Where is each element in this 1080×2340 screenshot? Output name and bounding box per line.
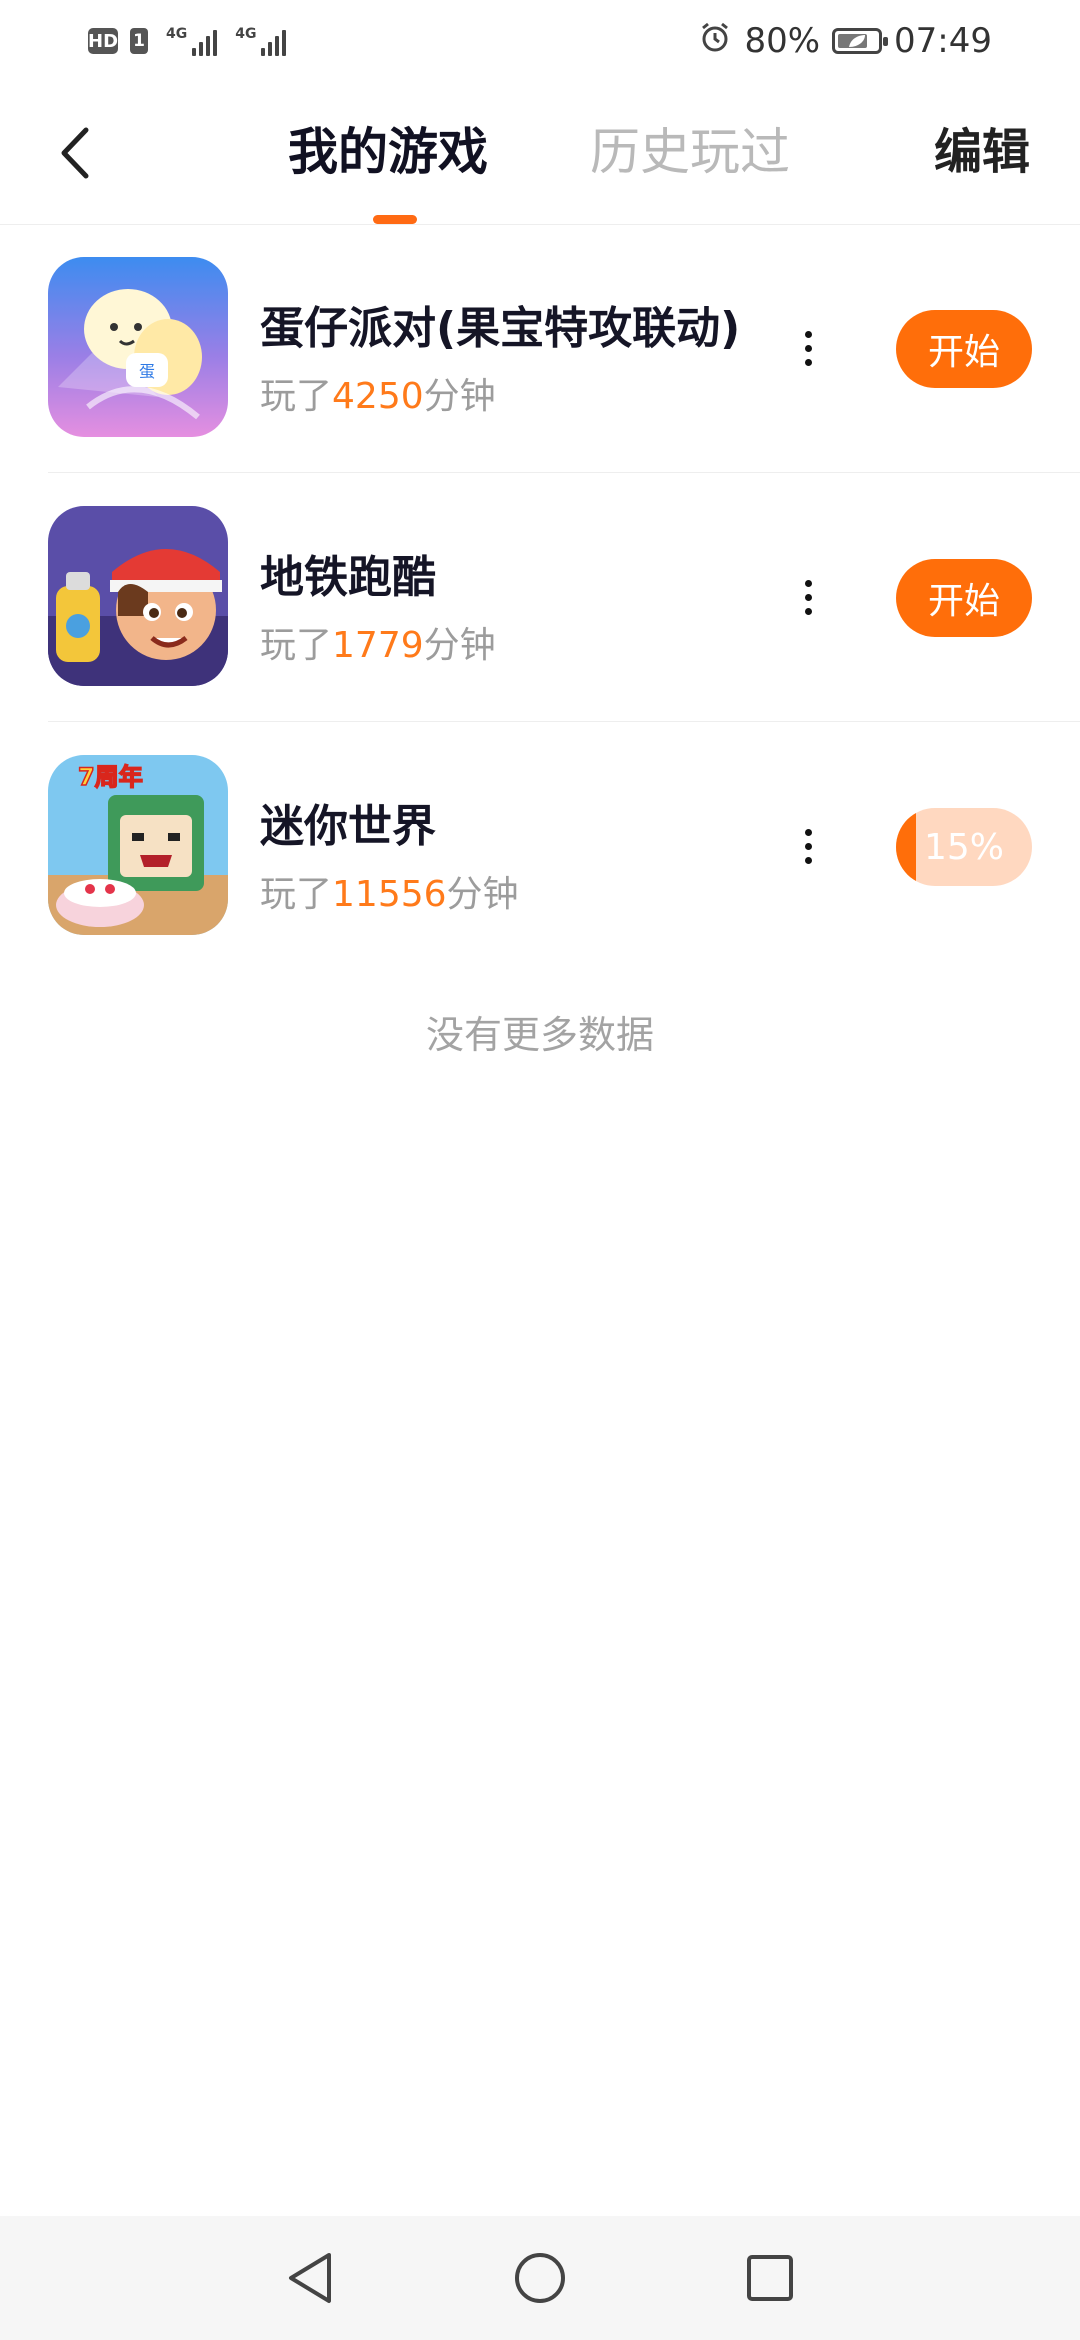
playtime-minutes: 11556 [332,874,447,915]
nav-home-button[interactable] [510,2248,570,2308]
game-row-subway-surfers[interactable]: 地铁跑酷 玩了1779分钟 开始 [48,473,1080,722]
home-circle-icon [515,2253,565,2303]
more-dot-icon [804,579,812,587]
list-end-message: 没有更多数据 [425,1013,654,1057]
game-title: 地铁跑酷 [260,552,436,603]
eggy-party-game-icon[interactable]: 蛋 [48,257,228,437]
system-nav-bar [0,2216,1080,2340]
signal-icon-1: 4G [166,26,218,56]
active-tab-indicator [373,215,417,224]
playtime-suffix: 分钟 [423,625,496,666]
start-button[interactable]: 开始 [896,559,1032,637]
chevron-left-icon [61,127,89,179]
game-row-eggy-party[interactable]: 蛋 蛋仔派对(果宝特攻联动) 玩了4250分钟 开始 [48,224,1080,473]
more-dot-icon [804,856,812,864]
tab-my-games[interactable]: 我的游戏 [288,122,488,182]
playtime-prefix: 玩了 [260,874,333,915]
hd-badge: HD [88,28,118,54]
playtime-suffix: 分钟 [446,874,519,915]
game-title: 蛋仔派对(果宝特攻联动) [260,303,741,354]
more-dot-icon [804,344,812,352]
nav-back-button[interactable] [280,2248,340,2308]
screen: HD 1 4G 4G 80% 07:49 我的游戏 历史玩过 编辑 蛋 蛋仔派对… [0,0,1080,2340]
back-button[interactable] [48,120,104,186]
progress-fill [896,808,917,886]
game-list: 蛋 蛋仔派对(果宝特攻联动) 玩了4250分钟 开始 地铁跑酷 玩了1779分钟… [0,224,1080,971]
status-time: 07:49 [894,21,992,61]
playtime-suffix: 分钟 [423,376,496,417]
game-title: 迷你世界 [260,801,436,852]
status-bar: HD 1 4G 4G 80% 07:49 [0,0,1080,82]
status-right: 80% 07:49 [698,20,992,63]
more-options-button[interactable] [788,569,828,625]
playtime-minutes: 4250 [332,376,424,417]
edit-button[interactable]: 编辑 [934,122,1030,182]
svg-text:蛋: 蛋 [139,362,155,381]
sim-badge: 1 [130,28,148,54]
mini-world-game-icon[interactable]: 7周年 [48,755,228,935]
more-dot-icon [804,330,812,338]
alarm-icon [698,20,732,63]
back-triangle-icon [289,2253,331,2303]
more-dot-icon [804,828,812,836]
network-type-2: 4G [235,26,257,42]
anniversary-badge: 7周年 [78,763,143,791]
status-left: HD 1 4G 4G [88,26,287,56]
playtime-prefix: 玩了 [260,376,333,417]
battery-percent: 80% [744,21,821,61]
progress-label: 15% [923,826,1004,868]
more-dot-icon [804,842,812,850]
battery-icon [832,28,889,54]
game-playtime: 玩了4250分钟 [260,367,496,419]
download-progress-button[interactable]: 15% [896,808,1032,886]
game-playtime: 玩了1779分钟 [260,616,496,668]
playtime-minutes: 1779 [332,625,424,666]
start-button[interactable]: 开始 [896,310,1032,388]
signal-icon-2: 4G [235,26,287,56]
more-options-button[interactable] [788,320,828,376]
nav-recents-button[interactable] [740,2248,800,2308]
more-dot-icon [804,358,812,366]
game-playtime: 玩了11556分钟 [260,865,519,917]
subway-surfers-game-icon[interactable] [48,506,228,686]
battery-saver-icon [849,35,866,47]
more-dot-icon [804,593,812,601]
game-row-mini-world[interactable]: 7周年 迷你世界 玩了11556分钟 15% [48,722,1080,971]
header: 我的游戏 历史玩过 编辑 [0,100,1080,225]
playtime-prefix: 玩了 [260,625,333,666]
network-type-1: 4G [166,26,188,42]
more-dot-icon [804,607,812,615]
tab-history-played[interactable]: 历史玩过 [590,122,790,182]
recents-square-icon [747,2255,793,2301]
more-options-button[interactable] [788,818,828,874]
